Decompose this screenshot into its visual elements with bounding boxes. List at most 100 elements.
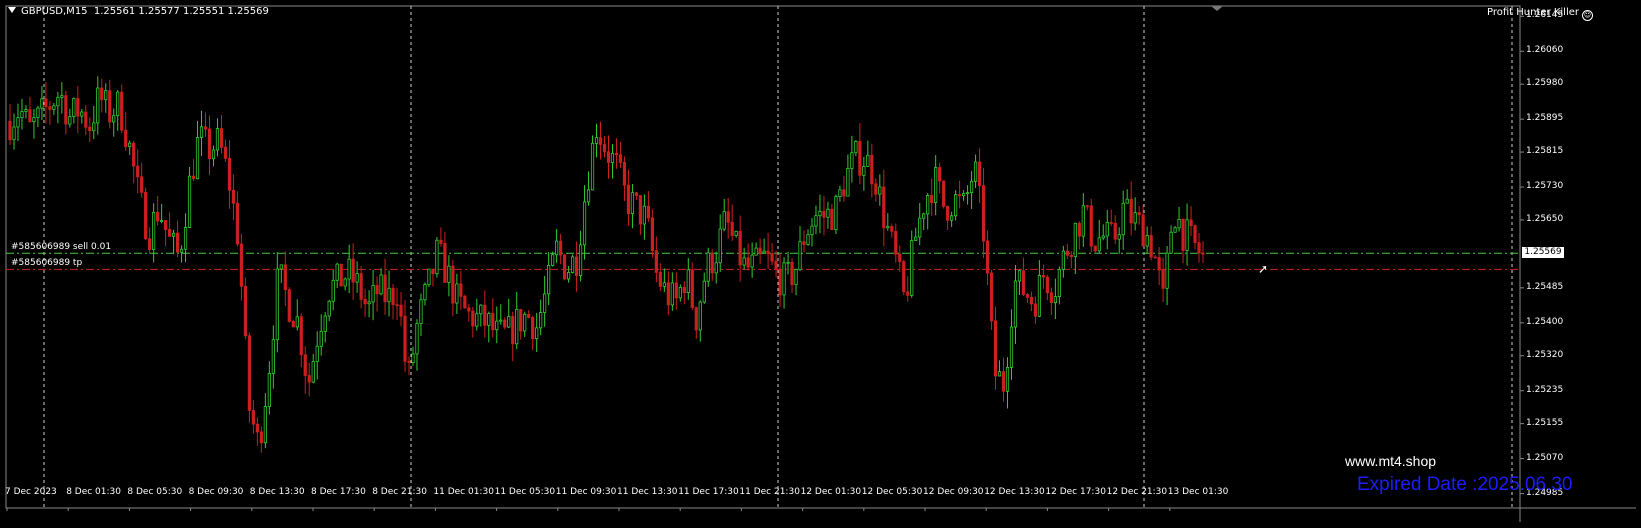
candle-body-180 xyxy=(726,211,730,223)
candle-body-33 xyxy=(140,176,144,193)
candle-body-242 xyxy=(973,161,978,182)
candle-body-245 xyxy=(985,240,990,274)
candle-body-34 xyxy=(144,191,148,240)
candle-body-57 xyxy=(235,202,240,245)
candle-body-122 xyxy=(495,320,499,331)
candle-body-128 xyxy=(519,309,523,332)
candle-body-162 xyxy=(654,250,658,273)
candle-body-48 xyxy=(199,126,204,138)
candle-body-87 xyxy=(355,273,359,283)
candle-body-292 xyxy=(1173,227,1177,233)
candle-body-213 xyxy=(858,141,862,176)
order-label-1[interactable]: #585606989 tp xyxy=(11,258,82,268)
candle-body-62 xyxy=(255,423,259,433)
x-tick-label-5: 8 Dec 17:30 xyxy=(311,487,366,497)
x-tick-label-11: 11 Dec 17:30 xyxy=(678,487,739,497)
candle-body-14 xyxy=(64,95,68,125)
candle-body-237 xyxy=(954,194,958,217)
candle-body-152 xyxy=(614,152,619,156)
candle-body-154 xyxy=(622,161,627,186)
candle-body-115 xyxy=(467,307,471,312)
candle-body-37 xyxy=(156,211,160,222)
candle-body-205 xyxy=(826,208,830,218)
candle-body-197 xyxy=(794,269,798,286)
candle-body-284 xyxy=(1141,214,1145,247)
mouse-cursor-icon: ➚ xyxy=(1258,262,1269,276)
x-tick-label-1: 8 Dec 01:30 xyxy=(66,487,121,497)
candle-body-130 xyxy=(527,313,531,318)
candle-body-143 xyxy=(578,244,583,276)
chart-window[interactable]: GBPUSD,M15 1.25561 1.25577 1.25551 1.255… xyxy=(0,0,1641,528)
candle-body-181 xyxy=(730,221,734,236)
candle-body-232 xyxy=(934,167,938,203)
candlestick-chart[interactable] xyxy=(0,0,1641,528)
candle-body-164 xyxy=(662,282,666,287)
candle-body-61 xyxy=(251,410,255,425)
candle-body-179 xyxy=(722,211,726,230)
candle-body-246 xyxy=(989,272,994,322)
x-tick-label-7: 11 Dec 01:30 xyxy=(433,487,494,497)
candle-body-241 xyxy=(969,180,974,194)
candle-body-208 xyxy=(838,189,842,197)
candle-body-98 xyxy=(399,304,403,317)
candle-body-21 xyxy=(92,122,96,132)
candle-body-30 xyxy=(128,142,132,148)
candle-body-44 xyxy=(183,227,188,250)
candle-body-32 xyxy=(136,165,140,178)
candle-body-124 xyxy=(503,319,507,328)
candle-body-298 xyxy=(1197,242,1201,254)
candle-body-222 xyxy=(894,230,898,255)
candle-body-117 xyxy=(475,313,479,327)
candle-body-1 xyxy=(12,126,16,141)
candle-body-119 xyxy=(483,304,487,326)
x-tick-label-0: 7 Dec 2023 xyxy=(5,487,57,497)
candle-body-212 xyxy=(854,141,858,154)
candle-body-123 xyxy=(499,319,503,322)
candle-body-215 xyxy=(866,154,870,167)
y-tick-label-5: 1.25730 xyxy=(1526,181,1564,192)
candle-body-272 xyxy=(1093,245,1097,252)
y-tick-label-2: 1.25980 xyxy=(1526,78,1564,89)
candle-body-223 xyxy=(898,253,902,262)
candle-body-244 xyxy=(981,185,986,242)
candle-body-101 xyxy=(411,353,415,363)
candle-body-83 xyxy=(339,263,343,287)
candle-body-280 xyxy=(1125,198,1129,204)
candle-body-41 xyxy=(171,232,176,237)
symbol-ohlc-text: GBPUSD,M15 1.25561 1.25577 1.25551 1.255… xyxy=(21,6,269,17)
candle-body-176 xyxy=(710,252,714,274)
candle-body-147 xyxy=(594,137,599,144)
candle-body-277 xyxy=(1113,222,1117,240)
candle-body-149 xyxy=(602,144,607,153)
candle-body-111 xyxy=(451,265,455,304)
y-tick-label-0: 1.26145 xyxy=(1526,10,1564,21)
candle-body-20 xyxy=(88,126,92,132)
x-tick-label-16: 12 Dec 13:30 xyxy=(984,487,1045,497)
candle-body-263 xyxy=(1057,269,1061,297)
candle-body-279 xyxy=(1121,202,1125,236)
x-tick-label-4: 8 Dec 13:30 xyxy=(249,487,305,497)
candle-body-100 xyxy=(407,360,411,363)
candle-body-89 xyxy=(363,298,367,305)
candle-body-26 xyxy=(112,115,116,123)
candle-body-207 xyxy=(834,196,838,231)
candle-body-297 xyxy=(1193,225,1197,244)
candle-body-273 xyxy=(1097,237,1101,252)
candle-body-60 xyxy=(247,335,251,411)
order-label-0[interactable]: #585606989 sell 0.01 xyxy=(11,242,111,252)
y-tick-label-10: 1.25320 xyxy=(1526,349,1564,360)
candle-body-52 xyxy=(215,128,220,151)
candle-body-196 xyxy=(790,261,794,286)
candle-body-220 xyxy=(886,226,890,229)
candle-body-169 xyxy=(682,286,686,294)
candle-body-17 xyxy=(76,98,80,117)
x-tick-label-2: 8 Dec 05:30 xyxy=(127,487,183,497)
dropdown-triangle-icon[interactable] xyxy=(8,7,16,13)
y-tick-label-12: 1.25155 xyxy=(1526,417,1564,428)
candle-body-28 xyxy=(120,91,124,131)
candle-body-225 xyxy=(906,291,910,296)
candle-body-29 xyxy=(124,129,128,148)
candle-body-236 xyxy=(950,215,954,221)
candle-body-79 xyxy=(323,315,327,332)
candle-body-195 xyxy=(786,261,790,264)
